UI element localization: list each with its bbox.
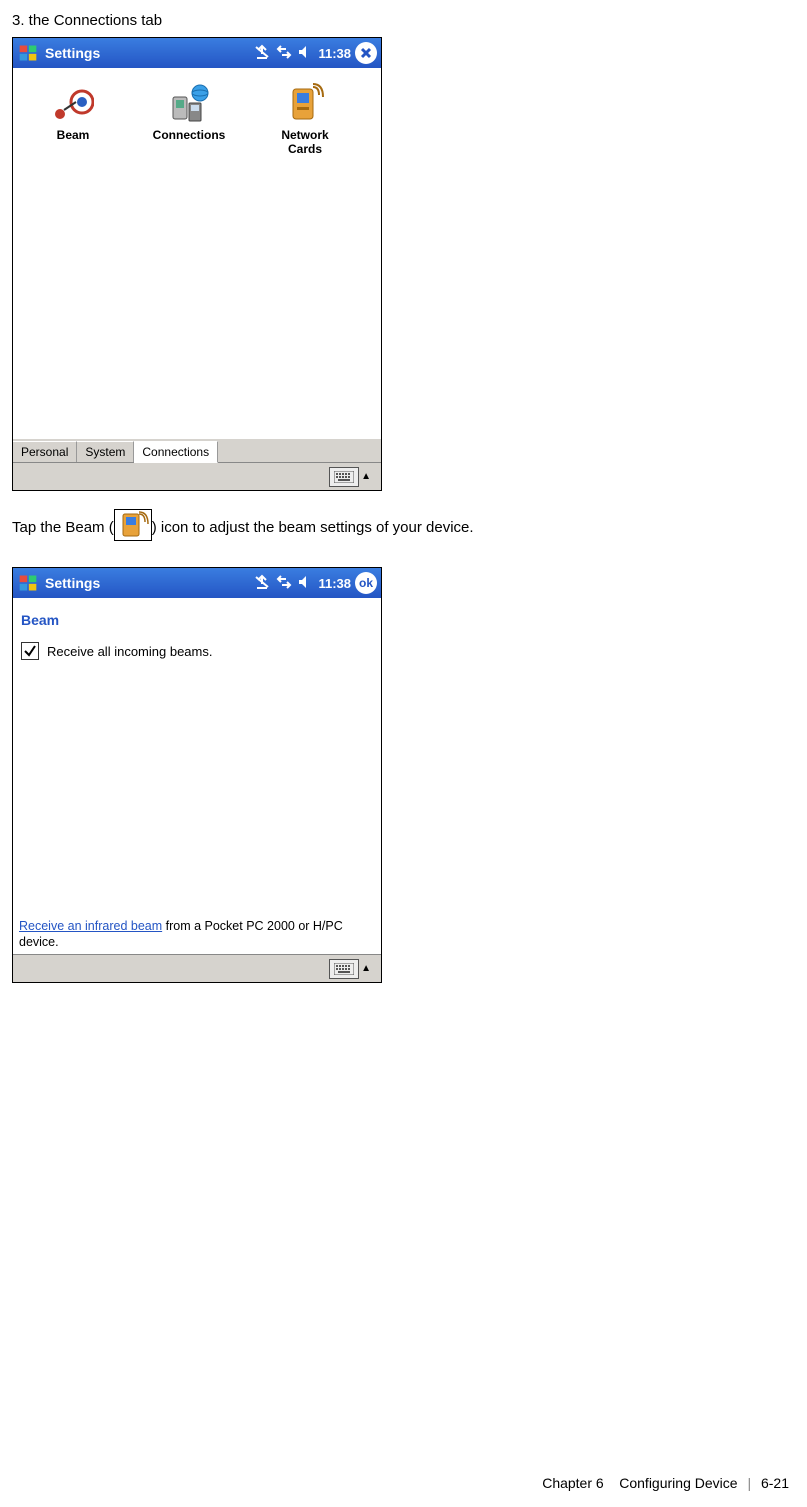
footer-title: Configuring Device bbox=[619, 1475, 737, 1491]
icon-connections[interactable]: Connections bbox=[139, 80, 239, 142]
titlebar: Settings 11:38 bbox=[13, 38, 381, 68]
tab-personal[interactable]: Personal bbox=[13, 441, 77, 462]
keyboard-icon[interactable] bbox=[329, 467, 359, 487]
checkbox-icon[interactable] bbox=[21, 642, 39, 660]
ok-button[interactable]: ok bbox=[355, 572, 377, 594]
volume-icon[interactable] bbox=[298, 45, 312, 62]
titlebar: Settings 11:38 ok bbox=[13, 568, 381, 598]
page-footer: Chapter 6 Configuring Device | 6-21 bbox=[542, 1475, 789, 1491]
keyboard-icon[interactable] bbox=[329, 959, 359, 979]
page-title: Beam bbox=[21, 612, 375, 628]
sip-arrow-icon[interactable]: ▲ bbox=[361, 471, 371, 482]
checkbox-label: Receive all incoming beams. bbox=[47, 644, 212, 659]
content-area: Beam Receive all incoming beams. Receive… bbox=[13, 598, 381, 954]
icon-label: Network bbox=[255, 128, 355, 142]
clock-time[interactable]: 11:38 bbox=[318, 46, 351, 61]
footer-separator: | bbox=[747, 1475, 751, 1491]
tab-system[interactable]: System bbox=[77, 441, 134, 462]
sip-arrow-icon[interactable]: ▲ bbox=[361, 963, 371, 974]
receive-beams-row[interactable]: Receive all incoming beams. bbox=[21, 642, 375, 660]
network-cards-icon bbox=[255, 80, 355, 126]
close-icon[interactable] bbox=[355, 42, 377, 64]
sync-icon[interactable] bbox=[276, 44, 292, 63]
beam-text-after: ) icon to adjust the beam settings of yo… bbox=[152, 519, 474, 536]
signal-icon[interactable] bbox=[254, 574, 270, 593]
windows-flag-icon[interactable] bbox=[17, 572, 39, 594]
tab-connections[interactable]: Connections bbox=[134, 441, 218, 463]
app-title: Settings bbox=[45, 45, 100, 61]
screenshot-settings-connections: Settings 11:38 bbox=[12, 37, 382, 491]
screenshot-beam-settings: Settings 11:38 ok Beam Receive all incom… bbox=[12, 567, 382, 983]
icon-label: Connections bbox=[139, 128, 239, 142]
windows-flag-icon[interactable] bbox=[17, 42, 39, 64]
volume-icon[interactable] bbox=[298, 575, 312, 592]
sync-icon[interactable] bbox=[276, 574, 292, 593]
sip-bar: ▲ bbox=[13, 954, 381, 982]
tab-strip: Personal System Connections bbox=[13, 438, 381, 462]
beam-icon bbox=[23, 80, 123, 126]
icon-label-line2: Cards bbox=[255, 142, 355, 156]
receive-ir-link[interactable]: Receive an infrared beam bbox=[19, 919, 162, 933]
beam-text-before: Tap the Beam ( bbox=[12, 519, 114, 536]
inline-beam-icon bbox=[114, 509, 152, 541]
icon-label: Beam bbox=[23, 128, 123, 142]
ir-beam-text: Receive an infrared beam from a Pocket P… bbox=[19, 918, 375, 951]
content-area: Beam Connections bbox=[13, 68, 381, 438]
footer-page-num: 6-21 bbox=[761, 1475, 789, 1491]
heading-text: 3. the Connections tab bbox=[12, 12, 795, 29]
clock-time[interactable]: 11:38 bbox=[318, 576, 351, 591]
sip-bar: ▲ bbox=[13, 462, 381, 490]
icon-beam[interactable]: Beam bbox=[23, 80, 123, 142]
beam-instruction-line: Tap the Beam ( ) icon to adjust the beam… bbox=[12, 511, 795, 543]
app-title: Settings bbox=[45, 575, 100, 591]
connections-icon bbox=[139, 80, 239, 126]
icon-network-cards[interactable]: Network Cards bbox=[255, 80, 355, 156]
signal-icon[interactable] bbox=[254, 44, 270, 63]
footer-chapter: Chapter 6 bbox=[542, 1475, 603, 1491]
